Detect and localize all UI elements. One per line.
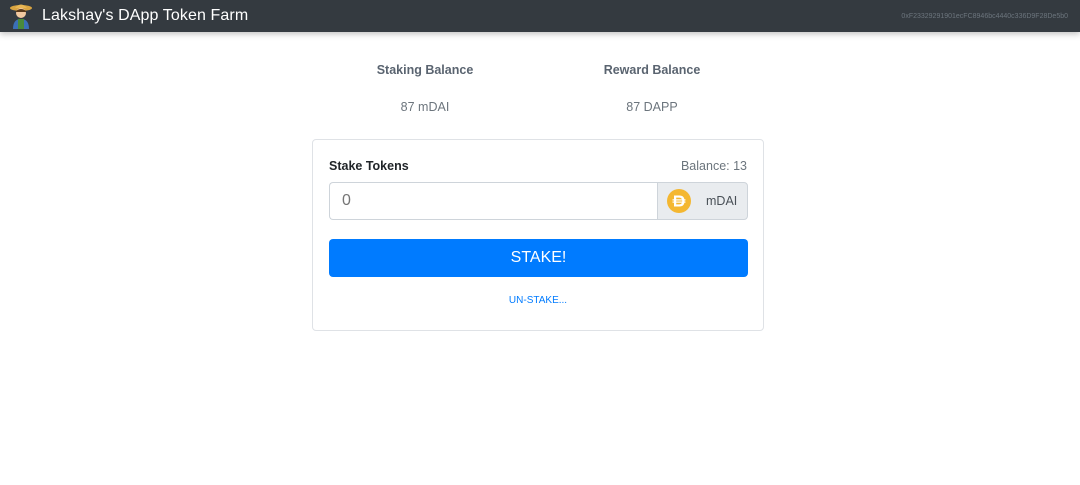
reward-balance-label: Reward Balance — [603, 63, 701, 77]
staking-balance-label: Staking Balance — [376, 63, 474, 77]
staking-balance: Staking Balance 87 mDAI — [325, 60, 525, 117]
stake-tokens-label: Stake Tokens — [329, 159, 409, 173]
reward-balance-value: 87 DAPP — [626, 100, 678, 114]
unstake-link[interactable]: UN-STAKE... — [313, 295, 763, 306]
staking-balance-value: 87 mDAI — [400, 100, 450, 114]
dai-icon — [667, 189, 691, 213]
farmer-icon — [8, 2, 34, 30]
navbar: Lakshay's DApp Token Farm 0xF23329291901… — [0, 0, 1080, 32]
stake-button[interactable]: STAKE! — [329, 239, 748, 277]
token-label: mDAI — [706, 194, 738, 208]
reward-balance: Reward Balance 87 DAPP — [552, 60, 752, 117]
app-title: Lakshay's DApp Token Farm — [42, 7, 249, 24]
amount-input[interactable] — [329, 182, 657, 220]
amount-input-group: mDAI — [329, 182, 748, 220]
stake-card: Stake Tokens Balance: 13 mDAI STAKE! UN-… — [312, 139, 764, 331]
wallet-balance: Balance: 13 — [680, 159, 747, 173]
account-address: 0xF23329291901ecFC8946bc4440c336D9F28De5… — [901, 13, 1068, 20]
token-addon: mDAI — [657, 182, 748, 220]
brand[interactable]: Lakshay's DApp Token Farm — [8, 0, 248, 32]
